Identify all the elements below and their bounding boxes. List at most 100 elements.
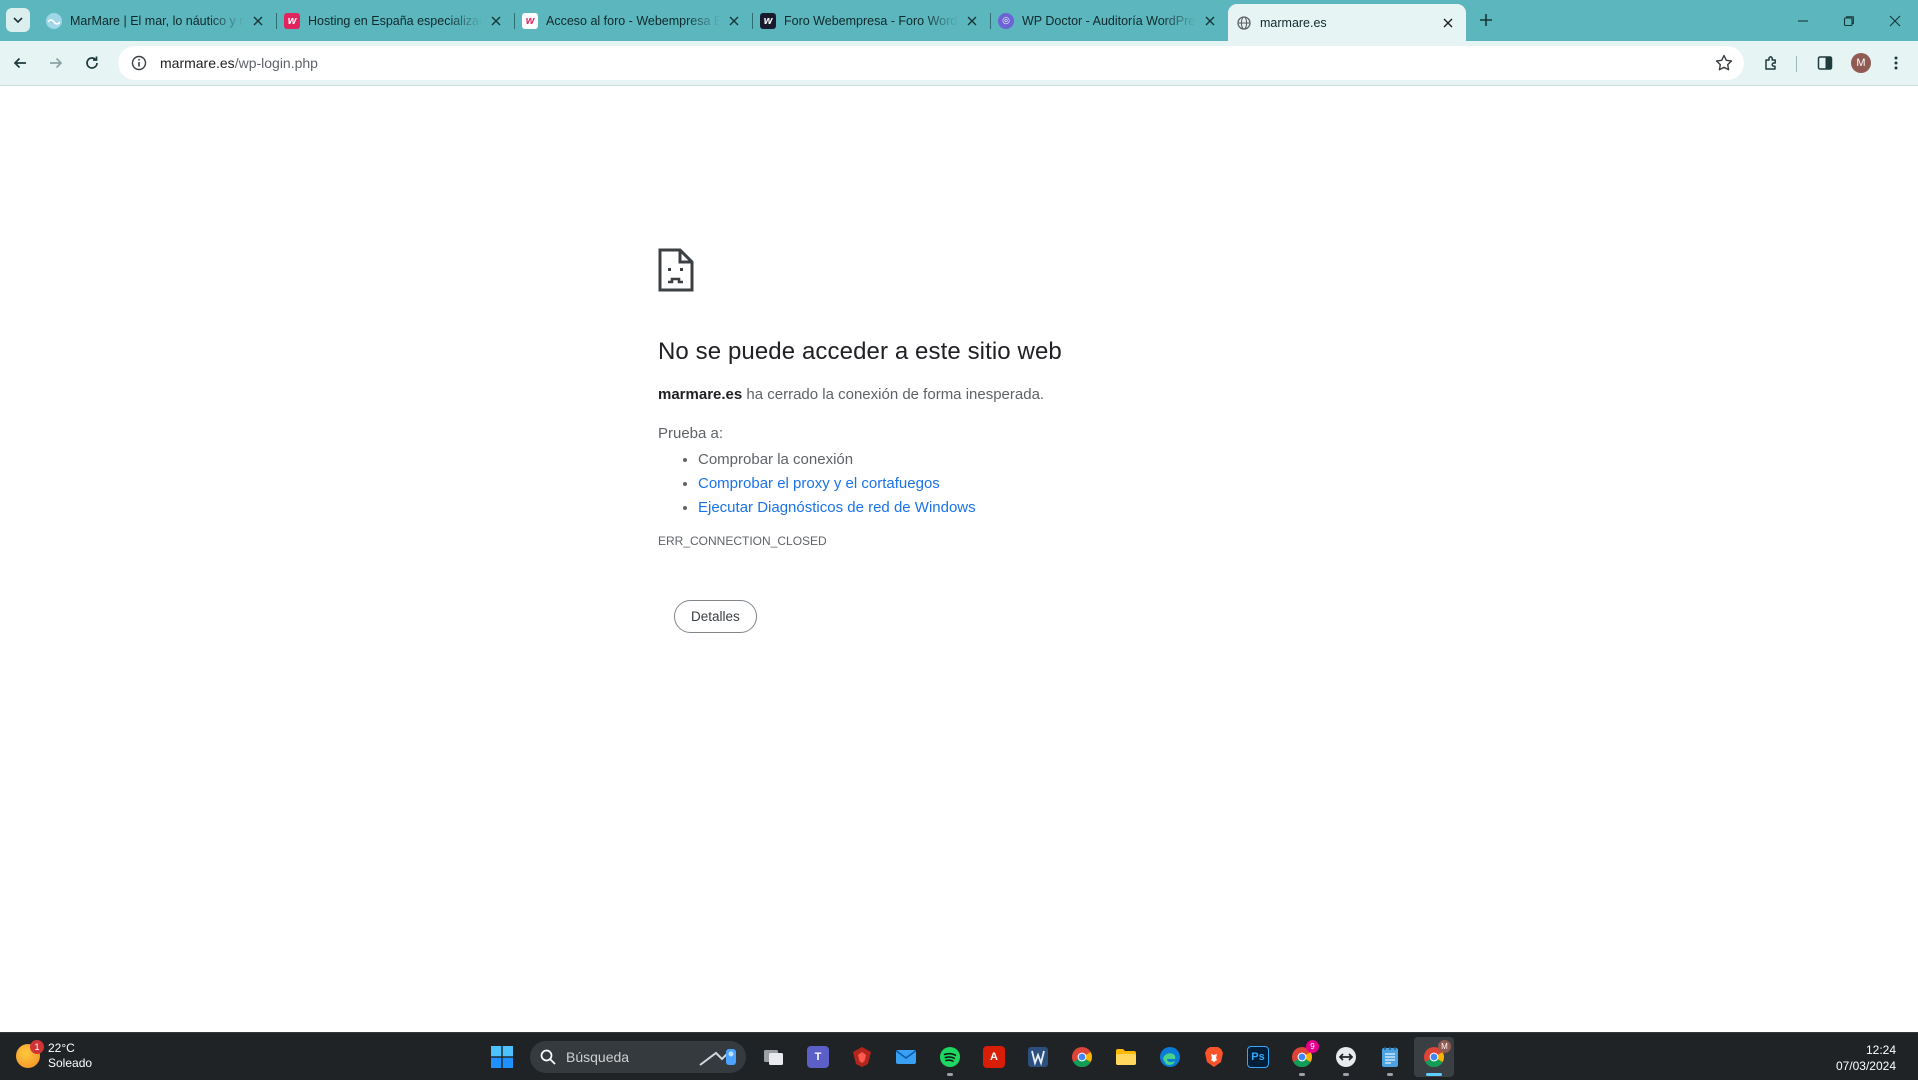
chrome-badge: 9 — [1306, 1040, 1319, 1053]
close-icon — [1889, 15, 1901, 26]
plus-icon — [1480, 14, 1492, 26]
chrome-active-app[interactable]: M — [1414, 1037, 1454, 1077]
taskbar-search[interactable]: Búsqueda — [530, 1041, 746, 1073]
taskbar-apps: Búsqueda T A Ps 9 M — [480, 1037, 1456, 1077]
tab-search-button[interactable] — [6, 8, 30, 32]
menu-button[interactable] — [1882, 49, 1910, 77]
close-window-button[interactable] — [1872, 0, 1918, 41]
teams-app[interactable]: T — [798, 1037, 838, 1077]
details-button[interactable]: Detalles — [674, 600, 757, 633]
more-vertical-icon — [1894, 56, 1898, 70]
error-host: marmare.es — [658, 386, 743, 403]
windows-taskbar: 1 22°C Soleado Búsqueda T A Ps 9 M 12:24… — [0, 1032, 1918, 1080]
suggestion-check-proxy: Comprobar el proxy y el cortafuegos — [698, 472, 1278, 496]
globe-icon — [1236, 15, 1252, 31]
task-view-button[interactable] — [754, 1037, 794, 1077]
close-icon[interactable] — [726, 13, 742, 29]
folder-icon — [1116, 1049, 1136, 1065]
sad-page-icon — [658, 248, 694, 292]
reload-icon — [86, 56, 98, 69]
puzzle-icon — [1765, 56, 1776, 70]
brave-app[interactable] — [1194, 1037, 1234, 1077]
close-icon[interactable] — [488, 13, 504, 29]
weather-condition: Soleado — [48, 1056, 93, 1070]
webempresa-favicon-icon: w — [522, 12, 538, 29]
photoshop-app[interactable]: Ps — [1238, 1037, 1278, 1077]
tab-marmare-home[interactable]: MarMare | El mar, lo náutico y más — [38, 0, 276, 41]
address-bar[interactable]: marmare.es/wp-login.php — [118, 46, 1744, 80]
profile-button[interactable]: M — [1847, 49, 1875, 77]
system-clock[interactable]: 12:24 07/03/2024 — [1836, 1042, 1896, 1074]
arrow-right-icon — [50, 57, 63, 69]
running-indicator — [1387, 1073, 1393, 1076]
info-icon — [131, 55, 147, 71]
tab-webempresa-forum-access[interactable]: w Acceso al foro - Webempresa E — [514, 0, 752, 41]
editor-app[interactable] — [1018, 1037, 1058, 1077]
extensions-button[interactable] — [1758, 49, 1786, 77]
minimize-button[interactable] — [1780, 0, 1826, 41]
star-icon — [1715, 54, 1733, 71]
chrome-profile-app[interactable]: 9 — [1282, 1037, 1322, 1077]
weather-widget[interactable]: 1 22°C Soleado — [16, 1040, 93, 1071]
mail-app[interactable] — [886, 1037, 926, 1077]
back-button[interactable] — [6, 49, 34, 77]
chrome-icon — [1072, 1047, 1093, 1068]
network-diagnostics-link[interactable]: Ejecutar Diagnósticos de red de Windows — [698, 499, 976, 516]
search-placeholder: Búsqueda — [566, 1049, 630, 1065]
tab-webempresa-forum[interactable]: w Foro Webempresa - Foro WordPress — [752, 0, 990, 41]
close-icon[interactable] — [1440, 15, 1456, 31]
restore-button[interactable] — [1826, 0, 1872, 41]
minimize-icon — [1798, 19, 1808, 22]
check-proxy-link[interactable]: Comprobar el proxy y el cortafuegos — [698, 475, 940, 492]
windows-logo-icon — [491, 1046, 513, 1068]
chevron-down-icon — [13, 17, 23, 24]
avatar: M — [1851, 53, 1871, 73]
teams-icon: T — [807, 1046, 829, 1068]
sun-icon: 1 — [16, 1040, 44, 1068]
side-panel-button[interactable] — [1811, 49, 1839, 77]
close-icon[interactable] — [1202, 13, 1218, 29]
search-highlight-icon — [699, 1049, 736, 1066]
spotify-app[interactable] — [930, 1037, 970, 1077]
notepad-app[interactable] — [1370, 1037, 1410, 1077]
tab-webempresa-hosting[interactable]: w Hosting en España especializado — [276, 0, 514, 41]
restore-icon — [1843, 15, 1854, 26]
forward-button[interactable] — [42, 49, 70, 77]
tab-wp-doctor[interactable]: ◎ WP Doctor - Auditoría WordPress — [990, 0, 1228, 41]
shield-icon — [853, 1047, 871, 1067]
tab-marmare-active[interactable]: marmare.es — [1228, 4, 1466, 41]
clock-time: 12:24 — [1865, 1043, 1896, 1057]
browser-toolbar: marmare.es/wp-login.php M — [0, 41, 1918, 86]
tab-title: Foro Webempresa - Foro WordPress — [784, 13, 958, 28]
chrome-app[interactable] — [1062, 1037, 1102, 1077]
running-indicator — [947, 1073, 953, 1076]
url-host: marmare.es — [160, 55, 235, 71]
edge-app[interactable] — [1150, 1037, 1190, 1077]
close-icon[interactable] — [250, 13, 266, 29]
wpdoctor-favicon-icon: ◎ — [998, 12, 1014, 29]
page-content: No se puede acceder a este sitio web mar… — [0, 87, 1918, 1032]
antivirus-app[interactable] — [842, 1037, 882, 1077]
site-info-button[interactable] — [122, 46, 156, 80]
acrobat-app[interactable]: A — [974, 1037, 1014, 1077]
remote-app[interactable] — [1326, 1037, 1366, 1077]
file-explorer-app[interactable] — [1106, 1037, 1146, 1077]
remote-desktop-icon — [1336, 1047, 1356, 1067]
tab-title: WP Doctor - Auditoría WordPress — [1022, 13, 1196, 28]
close-icon[interactable] — [964, 13, 980, 29]
task-view-icon — [764, 1050, 783, 1065]
notepad-icon — [1382, 1047, 1398, 1067]
new-tab-button[interactable] — [1472, 6, 1500, 34]
arrow-left-icon — [13, 57, 26, 69]
tab-title: Acceso al foro - Webempresa E — [546, 13, 720, 28]
clock-date: 07/03/2024 — [1835, 1059, 1896, 1073]
start-button[interactable] — [482, 1037, 522, 1077]
window-controls — [1780, 0, 1918, 41]
url-text: marmare.es/wp-login.php — [160, 55, 318, 71]
edge-icon — [1160, 1047, 1180, 1067]
try-label: Prueba a: — [658, 425, 724, 442]
reload-button[interactable] — [78, 49, 106, 77]
bookmark-button[interactable] — [1714, 53, 1734, 73]
webempresa-favicon-icon: w — [284, 12, 300, 29]
spotify-icon — [940, 1047, 960, 1067]
